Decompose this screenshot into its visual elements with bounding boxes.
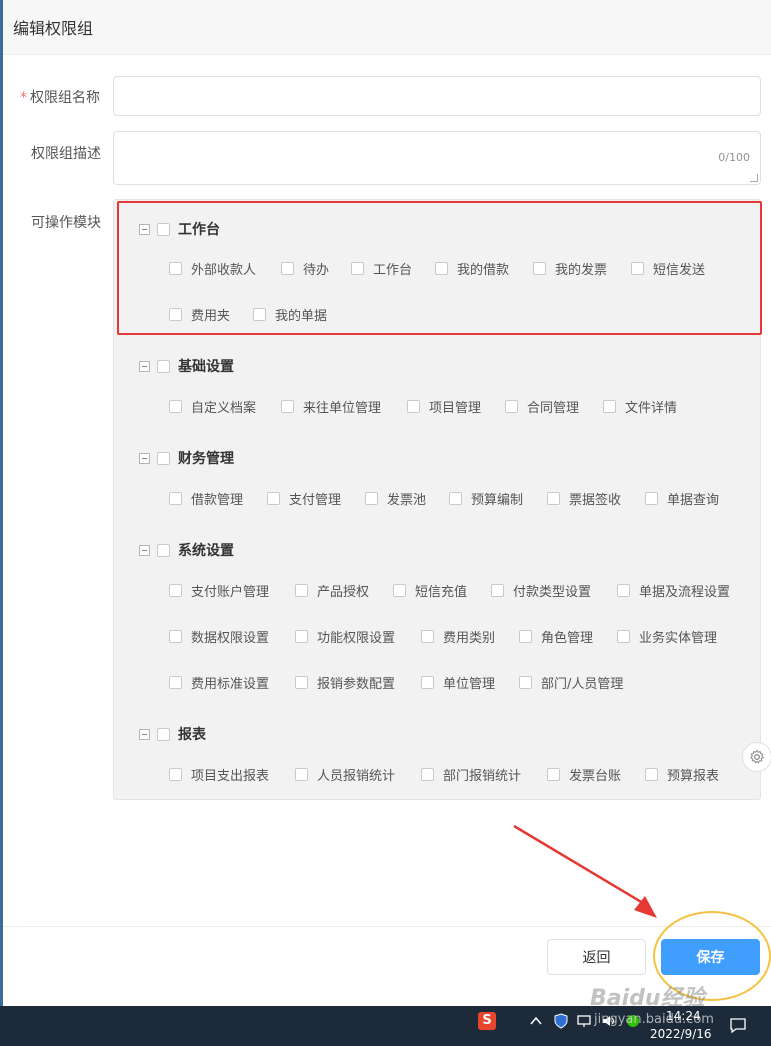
chevron-up-icon[interactable]: [527, 1012, 545, 1030]
ime-icon[interactable]: S: [478, 1012, 496, 1030]
page: 编辑权限组 * 权限组名称 权限组描述 0/100 可操作模块 工作台 外部收款人…: [0, 0, 771, 1046]
annotation-arrow: [513, 824, 657, 918]
shield-icon[interactable]: [552, 1012, 570, 1030]
notification-icon[interactable]: [729, 1016, 747, 1034]
clock-time[interactable]: 14:24: [666, 1009, 701, 1023]
network-icon[interactable]: [576, 1012, 594, 1030]
clock-date[interactable]: 2022/9/16: [650, 1027, 712, 1041]
